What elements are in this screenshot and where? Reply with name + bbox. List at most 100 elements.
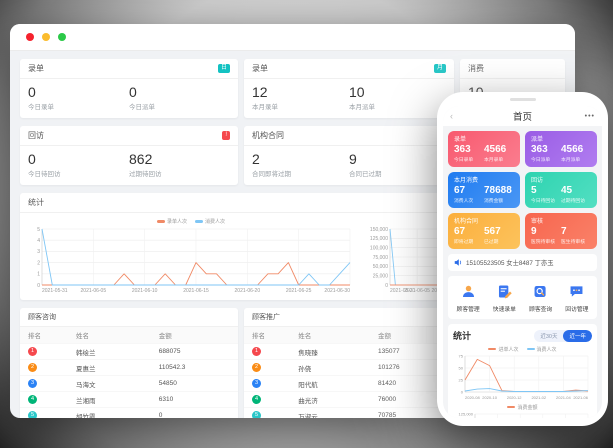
stat-value: 0 bbox=[129, 84, 230, 100]
column-header: 排名 bbox=[20, 327, 68, 344]
phone-stat-item: 4566本月派单 bbox=[561, 144, 591, 163]
toggle-pill[interactable]: 近30天 bbox=[534, 330, 563, 342]
customer-search-icon bbox=[532, 283, 549, 302]
rank-badge: 2 bbox=[252, 363, 261, 372]
legend-label: 消费人次 bbox=[537, 346, 557, 353]
svg-text:125,000: 125,000 bbox=[370, 236, 388, 242]
amount-cell: 0 bbox=[151, 408, 238, 419]
phone-stat-value: 363 bbox=[531, 144, 561, 156]
legend-item[interactable]: 消费人次 bbox=[195, 218, 225, 225]
svg-text:2020-10: 2020-10 bbox=[482, 395, 497, 400]
quick-action-item[interactable]: 回访管理 bbox=[565, 283, 588, 313]
rank-badge: 4 bbox=[252, 395, 261, 404]
card-badge-icon: ! bbox=[222, 131, 230, 140]
table-row: 5万淑云70785 bbox=[244, 408, 454, 419]
phone-stat-item: 567已过期 bbox=[484, 226, 514, 245]
column-header: 姓名 bbox=[290, 327, 370, 344]
table-row: 4曲光济76000 bbox=[244, 392, 454, 408]
name-cell: 焦晓臻 bbox=[290, 344, 370, 360]
stat-value: 9 bbox=[349, 151, 446, 167]
svg-text:2021-06-05: 2021-06-05 bbox=[81, 288, 107, 294]
card-badge-icon: 日 bbox=[218, 64, 230, 73]
phone-stat-value: 4566 bbox=[561, 144, 591, 156]
phone-stat-label: 即将过期 bbox=[454, 238, 484, 245]
more-menu-icon[interactable]: ••• bbox=[585, 113, 595, 120]
announcement-bar[interactable]: 15105523505 女士8487 丁亦玉 bbox=[448, 254, 597, 271]
card-badge-icon: 月 bbox=[434, 64, 446, 73]
amount-cell: 688075 bbox=[151, 344, 238, 360]
phone-stat-label: 今日待回访 bbox=[531, 197, 561, 204]
phone-stat-label: 已过期 bbox=[484, 238, 514, 245]
phone-stat-item: 7医生待审核 bbox=[561, 226, 591, 245]
table-row: 3阳代航81420 bbox=[244, 376, 454, 392]
stat-item: 0今日待回访 bbox=[28, 151, 129, 178]
svg-text:75: 75 bbox=[459, 353, 464, 358]
phone-stat-item: 363今日录单 bbox=[454, 144, 484, 163]
svg-text:2020-12: 2020-12 bbox=[507, 395, 522, 400]
phone-stat-card[interactable]: 机构合同67即将过期567已过期 bbox=[448, 213, 520, 249]
name-cell: 胡竹霞 bbox=[68, 408, 151, 419]
stat-label: 过期待回访 bbox=[129, 168, 230, 178]
phone-card-title: 审核 bbox=[531, 216, 591, 225]
stat-value: 10 bbox=[349, 84, 446, 100]
legend-label: 进单人次 bbox=[498, 346, 518, 353]
legend-item[interactable]: 录单人次 bbox=[157, 218, 187, 225]
legend-marker bbox=[527, 348, 535, 351]
back-icon[interactable]: ‹ bbox=[450, 111, 453, 121]
table-row: 2夏惠兰110542.3 bbox=[20, 360, 238, 376]
stat-item: 10本月派单 bbox=[349, 84, 446, 111]
svg-text:2021-06-30: 2021-06-30 bbox=[324, 288, 350, 294]
ranking-table-card: 顾客推广排名姓名金额1焦晓臻1350772孙侥1012763阳代航814204曲… bbox=[244, 308, 454, 418]
table-row: 1韩绘兰688075 bbox=[20, 344, 238, 360]
phone-stat-value: 45 bbox=[561, 185, 591, 197]
name-cell: 阳代航 bbox=[290, 376, 370, 392]
phone-stat-item: 67消费人次 bbox=[454, 185, 484, 204]
close-window-button[interactable] bbox=[26, 33, 34, 41]
svg-text:75,000: 75,000 bbox=[373, 255, 389, 261]
quick-action-item[interactable]: 顾客管理 bbox=[457, 283, 480, 313]
chart-legend: 消费金额 bbox=[453, 403, 592, 411]
svg-text:2021-04: 2021-04 bbox=[556, 395, 571, 400]
svg-text:25: 25 bbox=[459, 377, 464, 382]
svg-text:125,000: 125,000 bbox=[459, 411, 474, 416]
phone-speaker-bar bbox=[510, 98, 536, 101]
legend-item[interactable]: 消费金额 bbox=[507, 404, 537, 411]
phone-stat-value: 67 bbox=[454, 185, 484, 197]
stat-value: 12 bbox=[252, 84, 349, 100]
phone-stat-value: 4566 bbox=[484, 144, 514, 156]
legend-label: 消费金额 bbox=[517, 404, 537, 411]
zoom-window-button[interactable] bbox=[58, 33, 66, 41]
quick-action-item[interactable]: 快速录单 bbox=[493, 283, 516, 313]
toggle-pill[interactable]: 近一年 bbox=[563, 330, 592, 342]
svg-text:0: 0 bbox=[37, 283, 40, 289]
stat-value: 862 bbox=[129, 151, 230, 167]
phone-stat-item: 67即将过期 bbox=[454, 226, 484, 245]
phone-stat-label: 本月派单 bbox=[561, 156, 591, 163]
legend-label: 消费人次 bbox=[205, 218, 225, 225]
rank-badge: 2 bbox=[28, 363, 37, 372]
ranking-table: 排名姓名金额1韩绘兰6880752夏惠兰110542.33马海文548504兰湘… bbox=[20, 327, 238, 418]
rank-badge: 5 bbox=[252, 411, 261, 418]
name-cell: 马海文 bbox=[68, 376, 151, 392]
phone-stat-card[interactable]: 回访5今日待回访45过期待回访 bbox=[525, 172, 597, 208]
phone-stat-cards: 录单363今日录单4566本月录单派单363今日派单4566本月派单本月消费67… bbox=[448, 131, 597, 249]
minimize-window-button[interactable] bbox=[42, 33, 50, 41]
stat-card: 录单日0今日录单0今日派单 bbox=[20, 59, 238, 118]
phone-stat-card[interactable]: 本月消费67消费人次78688消费金额 bbox=[448, 172, 520, 208]
phone-stat-card[interactable]: 审核9医院待审核7医生待审核 bbox=[525, 213, 597, 249]
phone-card-title: 派单 bbox=[531, 134, 591, 143]
rank-badge: 3 bbox=[28, 379, 37, 388]
legend-item[interactable]: 进单人次 bbox=[488, 346, 518, 353]
phone-card-title: 本月消费 bbox=[454, 175, 514, 184]
phone-stat-card[interactable]: 录单363今日录单4566本月录单 bbox=[448, 131, 520, 167]
legend-item[interactable]: 消费人次 bbox=[527, 346, 557, 353]
phone-stat-card[interactable]: 派单363今日派单4566本月派单 bbox=[525, 131, 597, 167]
svg-text:150,000: 150,000 bbox=[370, 227, 388, 233]
quick-action-item[interactable]: 顾客查询 bbox=[529, 283, 552, 313]
stat-value: 0 bbox=[28, 151, 129, 167]
customer-manage-icon bbox=[460, 283, 477, 302]
phone-visits-chart: 75502502020-082020-102020-122021-022021-… bbox=[453, 353, 592, 401]
stat-card-title: 录单 bbox=[252, 63, 268, 74]
phone-screen: ‹ 首页 ••• 录单363今日录单4566本月录单派单363今日派单4566本… bbox=[443, 106, 602, 418]
rank-badge: 4 bbox=[28, 395, 37, 404]
